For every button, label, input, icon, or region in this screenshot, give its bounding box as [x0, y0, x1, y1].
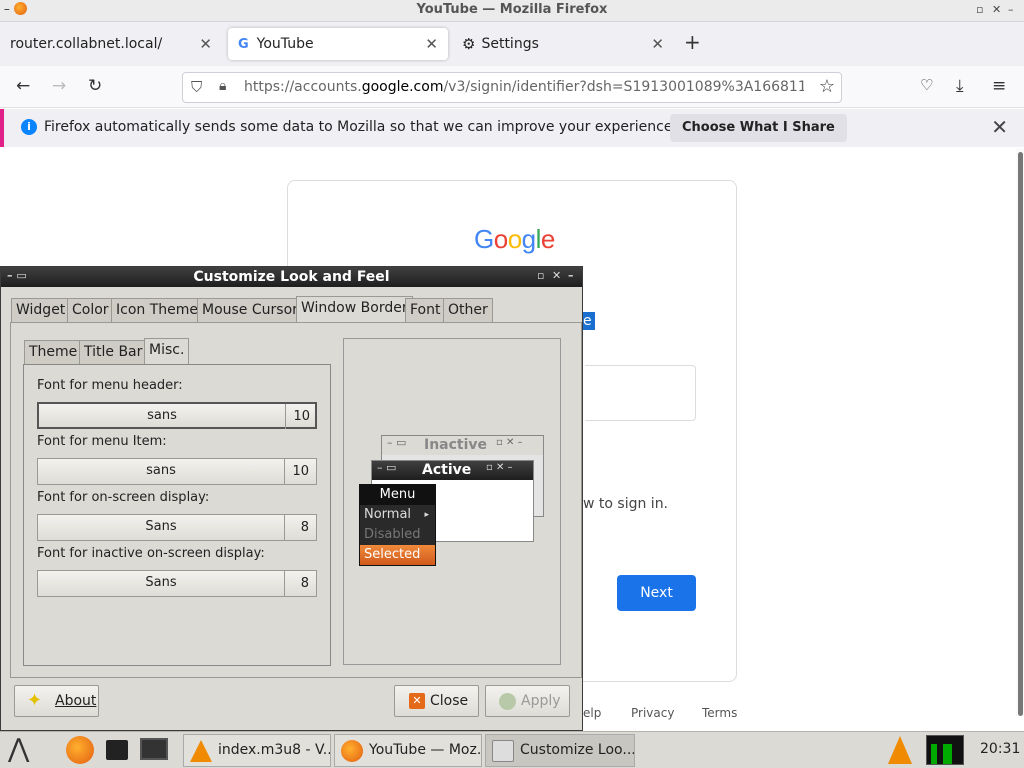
- bookmark-star-icon[interactable]: ☆: [819, 76, 835, 97]
- page-scrollbar[interactable]: [1016, 148, 1024, 716]
- minimize-icon[interactable]: –: [568, 266, 574, 286]
- notification-bar: i Firefox automatically sends some data …: [0, 109, 1024, 147]
- vlc-tray-icon[interactable]: [888, 736, 912, 764]
- tab-settings[interactable]: ⚙ Settings ✕: [452, 28, 674, 60]
- email-field[interactable]: [585, 365, 696, 421]
- tab-other[interactable]: Other: [443, 298, 493, 322]
- clock[interactable]: 20:31: [980, 741, 1020, 757]
- subtab-misc[interactable]: Misc.: [144, 338, 190, 364]
- tab-router[interactable]: router.collabnet.local/ ✕: [0, 28, 222, 60]
- inactive-osd-font-button[interactable]: Sans 8: [37, 570, 317, 597]
- terms-link[interactable]: Terms: [702, 706, 737, 720]
- task-customize[interactable]: Customize Loo...: [485, 734, 635, 767]
- close-tab-icon[interactable]: ✕: [199, 35, 212, 53]
- desktop-icon[interactable]: [140, 738, 168, 760]
- start-menu-bird-icon[interactable]: ⋀: [8, 734, 29, 764]
- back-arrow-icon[interactable]: ←: [16, 76, 30, 96]
- tab-icon-theme[interactable]: Icon Theme: [111, 298, 204, 322]
- about-button[interactable]: ✦ About: [14, 685, 99, 717]
- font-label: Font for menu Item:: [37, 434, 167, 449]
- file-manager-icon[interactable]: [106, 740, 128, 760]
- tab-bar: router.collabnet.local/ ✕ G YouTube ✕ ⚙ …: [0, 22, 1024, 66]
- customize-look-and-feel-dialog: – ▭ Customize Look and Feel ▫ ✕ – Widget…: [0, 266, 583, 731]
- tab-font[interactable]: Font: [405, 298, 446, 322]
- menu-header-font-button[interactable]: sans 10: [37, 402, 317, 429]
- google-favicon-icon: G: [238, 36, 249, 52]
- sign-in-hint: w to sign in.: [583, 496, 669, 512]
- shield-icon[interactable]: ⛉: [191, 78, 202, 96]
- window-title: YouTube — Mozilla Firefox: [416, 2, 608, 17]
- url-text[interactable]: https://accounts.google.com/v3/signin/id…: [244, 79, 804, 95]
- firefox-icon: [341, 740, 363, 762]
- maximize-icon[interactable]: ▫: [537, 266, 544, 286]
- gear-icon: ⚙: [462, 35, 476, 53]
- tab-widget[interactable]: Widget: [11, 298, 71, 322]
- close-icon[interactable]: ✕: [552, 266, 561, 286]
- font-label: Font for on-screen display:: [37, 490, 210, 505]
- tab-mouse-cursor[interactable]: Mouse Cursor: [197, 298, 303, 322]
- help-link[interactable]: elp: [583, 706, 601, 720]
- window-icon: [492, 740, 514, 762]
- font-label: Font for menu header:: [37, 378, 183, 393]
- tab-label: Settings: [481, 36, 539, 52]
- task-vlc[interactable]: index.m3u8 - V...: [183, 734, 331, 767]
- google-logo: Google: [474, 224, 555, 254]
- dialog-titlebar[interactable]: – ▭ Customize Look and Feel ▫ ✕ –: [1, 267, 582, 287]
- navigation-toolbar: ← → ↻ ⛉ 🔒︎ https://accounts.google.com/v…: [0, 66, 1024, 108]
- menu-item-disabled: Disabled: [364, 527, 421, 542]
- taskbar: ⋀ index.m3u8 - V... YouTube — Moz... Cus…: [0, 731, 1024, 768]
- next-button[interactable]: Next: [617, 575, 696, 611]
- submenu-arrow-icon: ▸: [424, 510, 429, 520]
- menu-header: Menu: [360, 485, 435, 505]
- pocket-icon[interactable]: ♡: [920, 76, 933, 94]
- close-tab-icon[interactable]: ✕: [651, 35, 664, 53]
- close-x-icon: ✕: [409, 693, 425, 709]
- tab-color[interactable]: Color: [67, 298, 114, 322]
- menu-item-normal: Normal ▸: [360, 505, 435, 525]
- menu-preview: Menu Normal ▸ Disabled Selected: [359, 484, 436, 566]
- choose-what-i-share-button[interactable]: Choose What I Share: [670, 114, 847, 142]
- selected-text-fragment: e: [583, 312, 595, 330]
- apply-check-icon: [499, 693, 516, 710]
- tab-label: YouTube: [256, 36, 314, 52]
- lock-icon[interactable]: 🔒︎: [219, 78, 226, 94]
- font-label: Font for inactive on-screen display:: [37, 546, 265, 561]
- close-button[interactable]: ✕ Close: [394, 685, 479, 717]
- apply-button[interactable]: Apply: [485, 685, 570, 717]
- close-notification-icon[interactable]: ✕: [991, 115, 1008, 139]
- task-firefox[interactable]: YouTube — Moz...: [334, 734, 482, 767]
- window-menu-icon: – ▭: [387, 436, 407, 449]
- new-tab-plus-icon[interactable]: +: [684, 30, 701, 54]
- notification-message: Firefox automatically sends some data to…: [44, 119, 677, 135]
- vlc-icon: [190, 740, 212, 762]
- maximize-icon[interactable]: ▫: [976, 3, 983, 16]
- window-menu-icon: – ▭: [377, 461, 397, 474]
- osd-font-button[interactable]: Sans 8: [37, 514, 317, 541]
- menu-item-selected: Selected: [360, 545, 435, 565]
- downloads-icon[interactable]: ⤓: [956, 76, 964, 96]
- reload-icon[interactable]: ↻: [88, 76, 102, 96]
- firefox-titlebar: – YouTube — Mozilla Firefox ▫ ✕ –: [0, 0, 1024, 22]
- firefox-launcher-icon[interactable]: [66, 736, 94, 764]
- window-menu-icon[interactable]: – ▭: [7, 266, 27, 286]
- close-tab-icon[interactable]: ✕: [425, 35, 438, 53]
- info-icon: i: [21, 119, 37, 135]
- cpu-monitor-icon[interactable]: [926, 735, 964, 765]
- privacy-link[interactable]: Privacy: [631, 706, 674, 720]
- tab-youtube[interactable]: G YouTube ✕: [228, 28, 448, 60]
- titlebar-buttons-icon: ▫ ✕ –: [496, 437, 523, 448]
- tab-label: router.collabnet.local/: [10, 36, 163, 52]
- subtab-theme[interactable]: Theme: [24, 340, 83, 364]
- minimize-icon[interactable]: –: [1008, 3, 1014, 16]
- titlebar-buttons-icon: ▫ ✕ –: [486, 462, 513, 473]
- menu-item-font-button[interactable]: sans 10: [37, 458, 317, 485]
- tab-window-border[interactable]: Window Border: [296, 296, 413, 322]
- url-bar[interactable]: ⛉ 🔒︎ https://accounts.google.com/v3/sign…: [182, 72, 842, 103]
- menu-hamburger-icon[interactable]: ≡: [992, 76, 1006, 96]
- subtab-title-bar[interactable]: Title Bar: [79, 340, 148, 364]
- star-icon: ✦: [27, 690, 43, 711]
- dialog-title: Customize Look and Feel: [193, 269, 390, 285]
- forward-arrow-icon[interactable]: →: [52, 76, 66, 96]
- close-window-icon[interactable]: ✕: [992, 3, 1001, 16]
